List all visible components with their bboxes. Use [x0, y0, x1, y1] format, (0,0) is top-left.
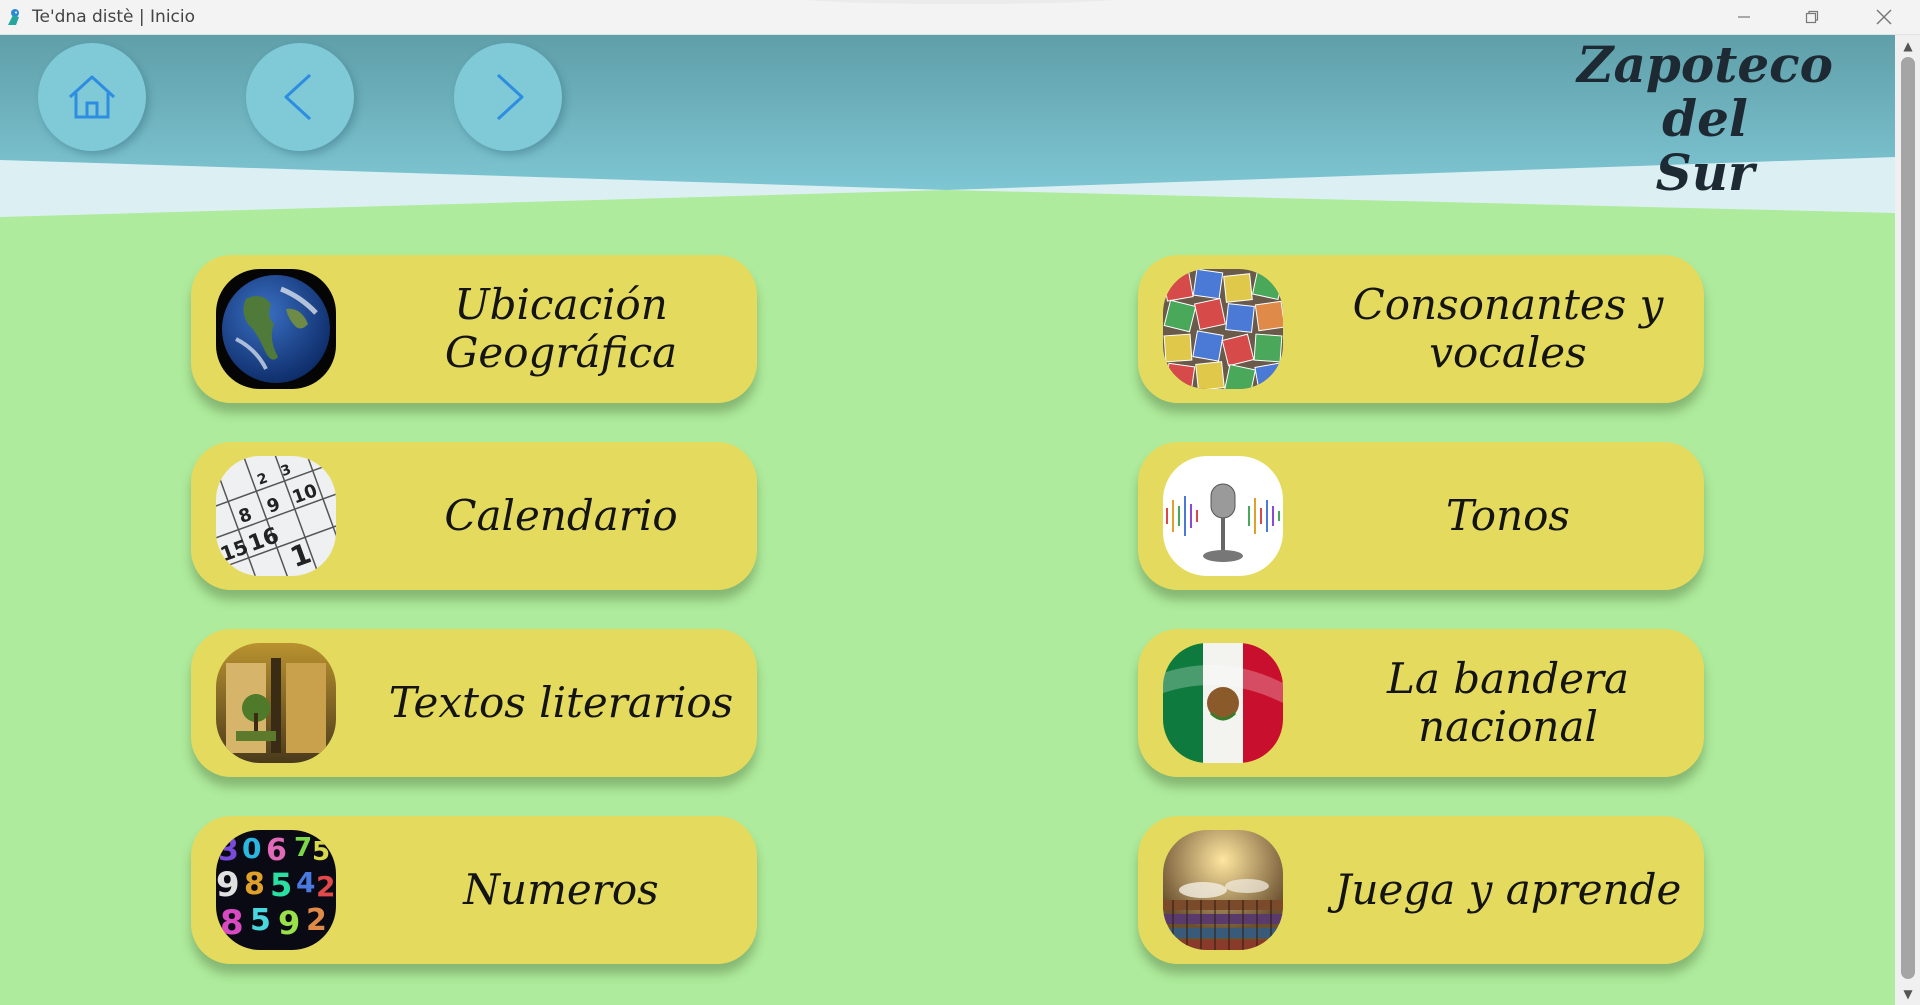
svg-text:9: 9 [278, 904, 300, 942]
svg-text:8: 8 [220, 903, 244, 943]
label-line1: Consonantes y [1352, 280, 1664, 329]
menu-card-bandera[interactable]: La bandera nacional [1138, 629, 1704, 777]
menu-card-consonantes[interactable]: Consonantes y vocales [1138, 255, 1704, 403]
label-line2: nacional [1418, 702, 1598, 751]
svg-text:8: 8 [244, 867, 265, 902]
app-title-line1: Zapoteco del [1577, 35, 1833, 148]
label-line1: Ubicación [454, 280, 668, 329]
label-line2: vocales [1429, 328, 1587, 377]
svg-text:9: 9 [216, 865, 240, 905]
svg-text:7: 7 [294, 833, 312, 863]
label-line1: Tonos [1446, 491, 1570, 540]
bird-icon [8, 9, 19, 25]
menu-card-calendario[interactable]: 23 89 10 15 16 1 Calendario [191, 442, 757, 590]
label-line1: Juega y aprende [1334, 865, 1682, 914]
close-button[interactable] [1850, 0, 1918, 34]
menu-card-label: Numeros [351, 816, 771, 964]
label-line1: Numeros [463, 865, 659, 914]
calendar-image: 23 89 10 15 16 1 [216, 456, 336, 576]
close-icon [1876, 9, 1892, 25]
letter-blocks-image [1163, 269, 1283, 389]
microphone-soundwave-image [1163, 456, 1283, 576]
menu-card-label: Juega y aprende [1298, 816, 1718, 964]
titlebar-notch [790, 0, 1130, 4]
menu-card-textos[interactable]: Textos literarios [191, 629, 757, 777]
scrollbar-thumb[interactable] [1901, 57, 1915, 979]
vertical-scrollbar[interactable]: ▲ ▼ [1895, 35, 1920, 1005]
minimize-icon [1738, 16, 1750, 18]
back-arrow-icon [284, 73, 312, 121]
open-book-image [216, 643, 336, 763]
forward-arrow-icon [496, 73, 524, 121]
svg-text:3: 3 [218, 833, 239, 868]
label-line1: Calendario [444, 491, 678, 540]
menu-card-juega[interactable]: Juega y aprende [1138, 816, 1704, 964]
app-title: Zapoteco del Sur [1540, 38, 1870, 200]
svg-text:2: 2 [306, 903, 327, 938]
svg-text:0: 0 [242, 832, 261, 865]
earth-globe-image [216, 269, 336, 389]
svg-text:2: 2 [316, 870, 335, 903]
app-title-line2: Sur [1655, 143, 1755, 202]
scroll-down-icon[interactable]: ▼ [1901, 987, 1915, 1001]
svg-text:4: 4 [296, 866, 315, 899]
window-titlebar: Te'dna distè | Inicio [0, 0, 1920, 35]
menu-card-label: Consonantes y vocales [1298, 255, 1718, 403]
scroll-up-icon[interactable]: ▲ [1901, 39, 1915, 53]
mexican-flag-image [1163, 643, 1283, 763]
menu-card-label: Textos literarios [351, 629, 771, 777]
svg-text:5: 5 [312, 837, 330, 867]
menu-card-label: La bandera nacional [1298, 629, 1718, 777]
restore-icon [1805, 10, 1819, 24]
svg-text:5: 5 [270, 866, 292, 904]
menu-card-label: Calendario [351, 442, 771, 590]
menu-card-label: Ubicación Geográfica [351, 255, 771, 403]
menu-card-ubicacion[interactable]: Ubicación Geográfica [191, 255, 757, 403]
forward-button[interactable] [454, 43, 562, 151]
back-button[interactable] [246, 43, 354, 151]
minimize-button[interactable] [1710, 0, 1778, 34]
svg-text:6: 6 [266, 833, 287, 868]
svg-text:5: 5 [250, 903, 271, 938]
menu-card-label: Tonos [1298, 442, 1718, 590]
home-icon [68, 75, 116, 119]
colorful-numbers-image: 3 0 6 7 5 9 8 5 4 2 8 5 9 2 [216, 830, 336, 950]
restore-button[interactable] [1778, 0, 1846, 34]
main-content: Zapoteco del Sur Ubicación Geográfica 2 … [0, 35, 1895, 1005]
menu-card-numeros[interactable]: 3 0 6 7 5 9 8 5 4 2 8 5 9 2 Numeros [191, 816, 757, 964]
label-line2: Geográfica [444, 328, 678, 377]
window-title: Te'dna distè | Inicio [32, 7, 196, 27]
label-line1: La bandera [1386, 654, 1630, 703]
menu-card-tonos[interactable]: Tonos [1138, 442, 1704, 590]
library-books-image [1163, 830, 1283, 950]
home-button[interactable] [38, 43, 146, 151]
label-line1: Textos literarios [388, 678, 734, 727]
